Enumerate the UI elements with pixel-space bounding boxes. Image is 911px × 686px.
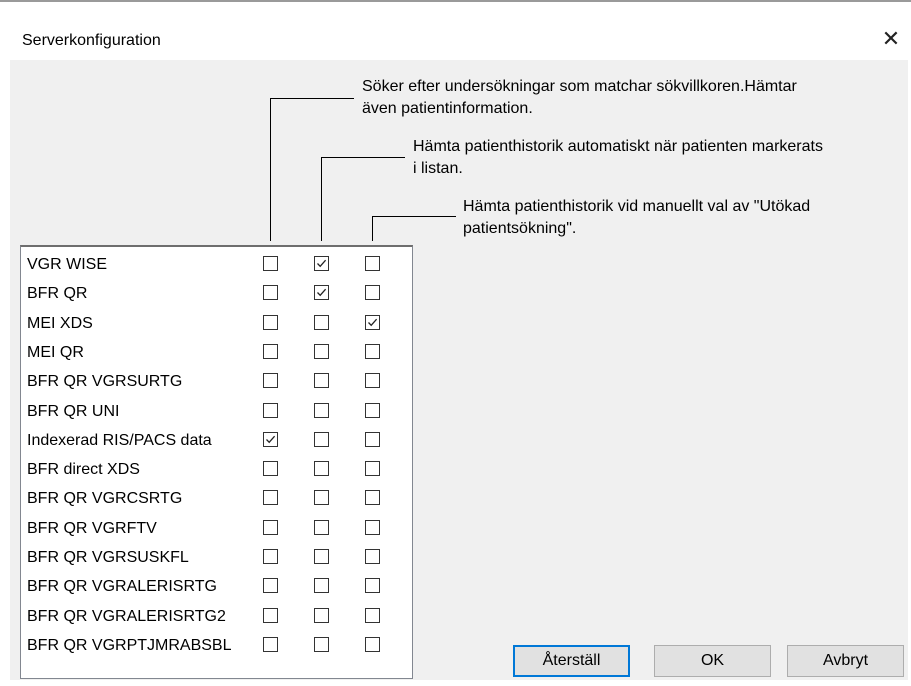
checkbox-manual-history[interactable] (365, 431, 380, 447)
check-icon (368, 318, 378, 326)
checkbox-auto-history[interactable] (314, 285, 329, 301)
checkbox-search[interactable] (263, 549, 278, 564)
server-name: BFR QR VGRFTV (27, 519, 157, 537)
checkbox-auto-history[interactable] (314, 256, 329, 271)
checkbox-search[interactable] (263, 431, 278, 447)
checkbox-search[interactable] (263, 519, 278, 535)
server-row: BFR QR VGRSURTG (21, 368, 412, 397)
server-name: BFR QR VGRALERISRTG (27, 578, 217, 596)
description-manual-history-line: patientsökning". (463, 220, 577, 237)
description-search: Söker efter undersökningar som matchar s… (362, 76, 797, 120)
server-name: BFR QR UNI (27, 402, 120, 420)
checkbox-manual-history[interactable] (365, 285, 380, 301)
checkbox-manual-history[interactable] (365, 607, 380, 623)
check-icon (317, 259, 327, 268)
connector-line-1-horizontal (270, 98, 354, 99)
title-bar: Serverkonfiguration ✕ (0, 2, 911, 60)
checkbox-auto-history[interactable] (314, 373, 329, 389)
server-row: Indexerad RIS/PACS data (21, 427, 412, 456)
server-name: BFR direct XDS (27, 461, 140, 479)
connector-line-2-vertical (321, 157, 322, 241)
server-row: BFR QR VGRSUSKFL (21, 544, 412, 573)
checkbox-search[interactable] (263, 461, 278, 477)
check-icon (317, 289, 327, 297)
description-manual-history-line: Hämta patienthistorik vid manuellt val a… (463, 198, 811, 215)
checkbox-search[interactable] (263, 256, 278, 271)
checkbox-search[interactable] (263, 373, 278, 389)
checkbox-auto-history[interactable] (314, 490, 329, 506)
checkbox-manual-history[interactable] (365, 314, 380, 330)
server-name: MEI XDS (27, 314, 93, 332)
checkbox-search[interactable] (263, 314, 278, 330)
checkbox-auto-history[interactable] (314, 636, 329, 652)
connector-line-1-vertical (270, 98, 271, 241)
description-auto-history-line: Hämta patienthistorik automatiskt när pa… (413, 138, 823, 155)
checkbox-manual-history[interactable] (365, 636, 380, 652)
checkbox-auto-history[interactable] (314, 461, 329, 477)
server-row: BFR QR (21, 280, 412, 309)
check-icon (266, 435, 276, 444)
checkbox-manual-history[interactable] (365, 373, 380, 389)
description-auto-history-line: i listan. (413, 160, 463, 177)
connector-line-2-horizontal (321, 157, 405, 158)
server-row: BFR QR VGRPTJMRABSBL (21, 632, 412, 661)
server-row: BFR QR VGRCSRTG (21, 485, 412, 514)
checkbox-manual-history[interactable] (365, 343, 380, 359)
checkbox-auto-history[interactable] (314, 549, 329, 564)
checkbox-manual-history[interactable] (365, 490, 380, 506)
server-row: VGR WISE (21, 251, 412, 280)
server-name: VGR WISE (27, 256, 108, 273)
server-name: MEI QR (27, 343, 84, 361)
checkbox-manual-history[interactable] (365, 461, 380, 477)
description-auto-history: Hämta patienthistorik automatiskt när pa… (413, 136, 823, 180)
server-row: BFR QR VGRALERISRTG (21, 573, 412, 602)
server-row: MEI QR (21, 339, 412, 368)
server-row: BFR QR VGRALERISRTG2 (21, 603, 412, 632)
cancel-button[interactable]: Avbryt (787, 645, 904, 677)
checkbox-auto-history[interactable] (314, 402, 329, 418)
checkbox-manual-history[interactable] (365, 402, 380, 418)
checkbox-auto-history[interactable] (314, 314, 329, 330)
server-row: BFR QR UNI (21, 398, 412, 427)
checkbox-search[interactable] (263, 343, 278, 359)
checkbox-manual-history[interactable] (365, 256, 380, 271)
server-name: BFR QR VGRALERISRTG2 (27, 607, 226, 625)
checkbox-search[interactable] (263, 607, 278, 623)
server-row: MEI XDS (21, 310, 412, 339)
checkbox-search[interactable] (263, 402, 278, 418)
checkbox-auto-history[interactable] (314, 431, 329, 447)
connector-line-3-vertical (372, 216, 373, 241)
description-manual-history: Hämta patienthistorik vid manuellt val a… (463, 196, 810, 240)
checkbox-manual-history[interactable] (365, 578, 380, 594)
server-name: BFR QR VGRPTJMRABSBL (27, 636, 232, 654)
checkbox-auto-history[interactable] (314, 343, 329, 359)
server-name: BFR QR VGRSUSKFL (27, 549, 189, 566)
checkbox-search[interactable] (263, 490, 278, 506)
window-title: Serverkonfiguration (22, 32, 161, 49)
server-name: BFR QR (27, 285, 88, 303)
checkbox-auto-history[interactable] (314, 519, 329, 535)
checkbox-manual-history[interactable] (365, 549, 380, 564)
checkbox-search[interactable] (263, 636, 278, 652)
server-row: BFR QR VGRFTV (21, 515, 412, 544)
description-search-line: Söker efter undersökningar som matchar s… (362, 78, 797, 95)
ok-button[interactable]: OK (654, 645, 771, 677)
server-name: Indexerad RIS/PACS data (27, 431, 212, 449)
checkbox-auto-history[interactable] (314, 607, 329, 623)
connector-line-3-horizontal (372, 216, 456, 217)
server-list[interactable]: VGR WISE BFR QR MEI XDS MEI QR BFR QR VGRSUR… (20, 245, 413, 679)
checkbox-auto-history[interactable] (314, 578, 329, 594)
server-row: BFR direct XDS (21, 456, 412, 485)
checkbox-search[interactable] (263, 285, 278, 301)
server-name: BFR QR VGRCSRTG (27, 490, 183, 508)
reset-button[interactable]: Återställ (513, 645, 630, 677)
description-search-line: även patientinformation. (362, 100, 533, 117)
close-icon[interactable]: ✕ (878, 26, 904, 52)
checkbox-search[interactable] (263, 578, 278, 594)
server-name: BFR QR VGRSURTG (27, 373, 183, 391)
checkbox-manual-history[interactable] (365, 519, 380, 535)
